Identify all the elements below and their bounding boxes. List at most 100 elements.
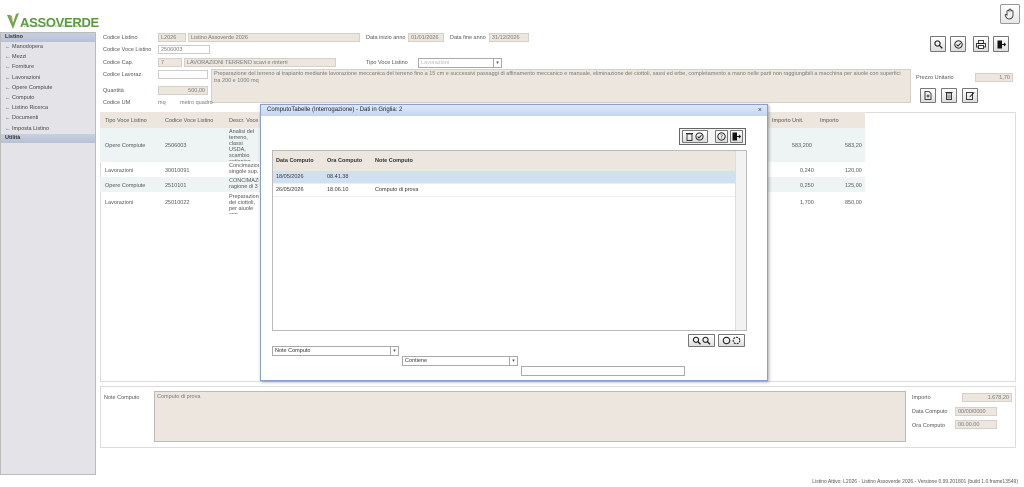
chevron-down-icon: ▾ (509, 357, 517, 365)
refresh-icon (722, 336, 740, 345)
exit-button[interactable] (993, 36, 1009, 52)
new-document-button[interactable] (920, 88, 936, 103)
note-computo-textarea[interactable]: Computo di prova (154, 391, 906, 442)
row2-tipo: Lavorazioni (105, 168, 134, 174)
filter-refresh-button[interactable] (718, 334, 745, 347)
filter-search-button[interactable] (688, 334, 715, 347)
sidebar-item-manodopera[interactable]: ← Manodopera (1, 42, 95, 52)
col-note-computo[interactable]: Note Computo (373, 158, 413, 164)
exit-icon (997, 40, 1006, 48)
um-description: metro quadro (180, 100, 213, 106)
sidebar-footer-utilita[interactable]: Utilità (1, 133, 95, 143)
codice-lavoraz-field[interactable] (158, 70, 208, 79)
dialog-exit-button[interactable] (730, 130, 743, 143)
tipo-voce-value: Lavorazioni (421, 60, 450, 66)
data-inizio-label: Data inizio anno (366, 35, 406, 41)
chevron-down-icon: ▾ (493, 59, 501, 67)
row1-importo: 583,20 (845, 143, 862, 149)
svg-text:?: ? (720, 134, 723, 140)
cap-description-field: LAVORAZIONI TERRENO scavi e rinterri (184, 58, 336, 67)
sidebar-header[interactable]: Listino (1, 33, 95, 42)
row1-tipo: Opere Compiute (105, 143, 146, 149)
edit-icon (965, 92, 975, 100)
codice-cap-label: Codice Cap. (103, 60, 134, 66)
filter-operator-select[interactable]: Contiene ▾ (402, 356, 518, 366)
row4-importo: 850,00 (845, 200, 862, 206)
confirm-button[interactable] (950, 36, 966, 52)
close-icon[interactable]: × (758, 105, 762, 116)
status-bar: Listino Attivo: L2026 - Listino Assoverd… (812, 479, 1018, 485)
importo-field: 1.678,20 (962, 393, 1012, 402)
sidebar-item-mezzi[interactable]: ← Mezzi (1, 52, 95, 62)
sidebar-item-lavorazioni[interactable]: ← Lavorazioni (1, 73, 95, 83)
print-button[interactable] (973, 36, 989, 52)
print-icon (976, 39, 986, 49)
sidebar-item-forniture[interactable]: ← Forniture (1, 62, 95, 72)
codice-voce-field[interactable]: 2506003 (158, 45, 210, 54)
sidebar-item-opere-compiute[interactable]: ← Opere Compiute (1, 83, 95, 93)
data-computo-field[interactable]: 00/00/0000 (955, 407, 997, 416)
row3-imp-unit: 0,250 (800, 183, 814, 189)
logo-subtitle: ASSOCIAZIONE ITALIANA COSTRUTTORI DEL VE… (24, 25, 88, 28)
data-computo-label: Data Computo (912, 409, 948, 415)
check-circle-icon (953, 39, 963, 49)
table-row[interactable]: 18/05/2026 08.41.38 (273, 171, 735, 184)
ora-computo-field[interactable]: 00.00.00 (955, 420, 997, 429)
dialog-row2-data: 26/05/2026 (276, 187, 304, 193)
quantita-field[interactable]: 500,00 (158, 86, 208, 95)
sidebar-item-documenti[interactable]: ← Documenti (1, 113, 95, 123)
col-descr-voce[interactable]: Descr. Voce (229, 118, 258, 124)
dialog-grid-header: Data Computo Ora Computo Note Computo (273, 151, 746, 171)
col-ora-computo[interactable]: Ora Computo (325, 158, 373, 164)
sidebar-item-listino-ricerca[interactable]: ← Listino Ricerca (1, 103, 95, 113)
search-button[interactable] (930, 36, 946, 52)
exit-icon (732, 132, 741, 141)
hand-pointer-button[interactable] (1000, 4, 1020, 24)
row3-importo: 125,00 (845, 183, 862, 189)
col-tipo-voce[interactable]: Tipo Voce Listino (105, 118, 147, 124)
listino-name-field: Listino Assoverde 2026 (188, 33, 360, 42)
delete-confirm-button[interactable] (682, 130, 708, 143)
dialog-grid: Data Computo Ora Computo Note Computo 18… (272, 150, 747, 331)
data-fine-field[interactable]: 31/12/2026 (489, 33, 529, 42)
hand-pointer-icon (1004, 8, 1014, 20)
search-icon (692, 336, 710, 345)
row3-codice: 2510101 (165, 183, 187, 189)
row1-imp-unit: 583,200 (792, 143, 812, 149)
edit-button[interactable] (962, 88, 978, 103)
tipo-voce-select[interactable]: Lavorazioni ▾ (418, 58, 502, 68)
prezzo-field[interactable]: 1,70 (975, 73, 1013, 82)
filter-field-select[interactable]: Note Computo ▾ (272, 346, 399, 356)
codice-listino-field[interactable]: L2026 (158, 33, 186, 42)
dialog-title-bar[interactable]: ComputoTabelle (Interrogazione) - Dati i… (261, 105, 767, 116)
data-inizio-field[interactable]: 01/01/2026 (408, 33, 444, 42)
sidebar-item-computo[interactable]: ← Computo (1, 93, 95, 103)
search-icon (933, 39, 943, 49)
dialog-grid-scrollbar[interactable] (735, 151, 746, 330)
row2-imp-unit: 0,240 (800, 168, 814, 174)
col-codice-voce[interactable]: Codice Voce Listino (165, 118, 213, 124)
row2-importo: 120,00 (845, 168, 862, 174)
row4-codice: 25010022 (165, 200, 190, 206)
dialog-title: ComputoTabelle (Interrogazione) - Dati i… (267, 107, 403, 113)
row2-codice: 30010091 (165, 168, 190, 174)
col-importo-unit[interactable]: Importo Unit. (772, 118, 803, 124)
table-row[interactable]: 26/05/2026 18.06.10 Computo di prova (273, 184, 735, 197)
note-computo-label: Note Computo (104, 395, 140, 401)
description-text: Preparazione del terreno al trapianto me… (211, 69, 911, 103)
codice-um-label: Codice UM (103, 100, 131, 106)
codice-cap-field[interactable]: 7 (158, 58, 182, 67)
help-button[interactable]: ? (715, 130, 728, 143)
sidebar: Listino ← Manodopera ← Mezzi ← Forniture… (0, 32, 96, 475)
col-importo[interactable]: Importo (820, 118, 839, 124)
sidebar-item-imposta-listino[interactable]: ← Imposta Listino (1, 124, 95, 134)
delete-button[interactable] (941, 88, 957, 103)
filter-value-input[interactable] (521, 366, 685, 376)
data-fine-label: Data fine anno (450, 35, 486, 41)
ora-computo-label: Ora Computo (912, 423, 946, 429)
importo-label: Importo (912, 395, 931, 401)
col-data-computo[interactable]: Data Computo (273, 158, 325, 164)
dialog-row1-data: 18/05/2026 (276, 174, 304, 180)
dialog-row2-note: Computo di prova (375, 187, 419, 193)
filter-operator-value: Contiene (405, 358, 428, 364)
